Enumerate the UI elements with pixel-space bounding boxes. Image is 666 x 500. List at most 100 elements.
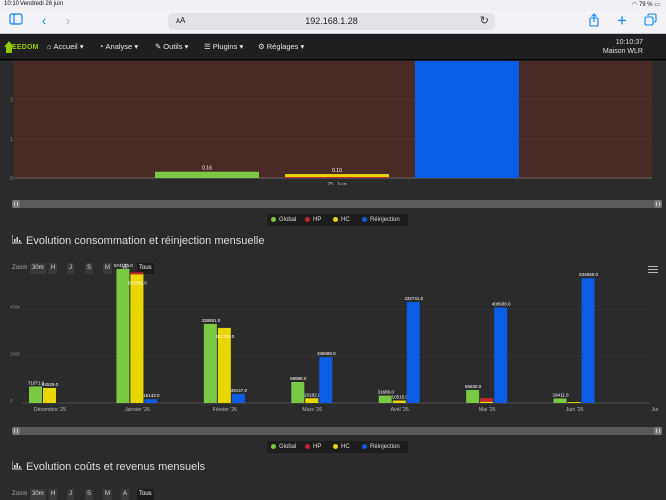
tabs-overview-icon[interactable] [642,13,658,29]
monthly-energy-chart: 0200k400kDécembre '2571071.064529.0Janvi… [10,263,658,413]
zoom-all-button[interactable]: Tous [137,489,154,500]
back-icon[interactable]: ‹ [36,13,52,29]
legend-item-hp[interactable]: HP [305,217,321,223]
data-label: 534658.0 [579,272,598,277]
menu-label: Accueil [53,42,78,51]
bar-hc [130,274,144,403]
caret-down-icon: ▾ [134,42,139,51]
menu-analyse[interactable]: ◔ Analyse ▾ [99,42,138,51]
x-tick-label: Avril '26 [391,407,409,413]
bar-global [466,390,480,403]
bar-reinjection [319,357,333,403]
legend-item-reinjection[interactable]: Réinjection [362,444,400,450]
legend-item-reinjection[interactable]: Réinjection [362,217,400,223]
status-date: Vendredi 26 juin [20,1,64,7]
legend-item-hc[interactable]: HC [333,444,350,450]
y-tick-label: 400k [10,305,21,310]
y-tick-label: 1 [10,137,13,143]
y-tick-label: 2 [10,98,13,104]
legend-dot [305,217,310,222]
sidebar-icon[interactable] [8,13,24,29]
menu-label: Réglages [266,42,299,51]
data-label: 39147.0 [231,388,248,393]
navigator-left-handle[interactable] [12,200,20,208]
location-name: Maison WLR [602,48,643,55]
legend-dot [362,444,367,449]
wifi-icon: ◠ [632,2,638,8]
chart-navigator[interactable] [12,200,662,208]
data-label: 10515.0 [392,395,409,400]
data-label: 55630.0 [465,384,482,389]
legend-item-hp[interactable]: HP [305,444,321,450]
data-label: 64529.0 [42,382,59,387]
data-label: 0.10 [332,168,342,174]
legend-label: HC [341,217,350,223]
bar-global [29,386,42,403]
legend-dot [271,444,276,449]
forward-icon[interactable]: › [60,13,76,29]
section-title-monthly: Evolution consommation et réinjection me… [11,235,264,247]
bar-global [378,395,392,403]
bar-global [155,171,259,178]
legend-dot [333,444,338,449]
x-tick-label: Juin '26 [566,407,584,413]
legend-label: Global [279,217,297,223]
share-icon[interactable] [586,13,602,29]
address-bar[interactable]: ᴀA 192.168.1.28 ↻ [168,13,495,30]
safari-toolbar: ‹ › ᴀA 192.168.1.28 ↻ + [0,10,666,34]
data-label: 0.16 [202,166,212,172]
menu-plugins[interactable]: ☰ Plugins ▾ [204,42,243,51]
header-clock: 10:10:37 Maison WLR [603,38,643,56]
navigator-right-handle[interactable] [654,200,662,208]
legend-dot [333,217,338,222]
bar-réinjection [415,61,519,178]
menu-reglages[interactable]: ⚙ Réglages ▾ [258,42,304,51]
jeedom-navbar: EEDOM ⌂ Accueil ▾ ◔ Analyse ▾ ✎ Outils ▾ ☰ P… [0,35,666,60]
bar-reinjection [494,307,508,403]
section-title-text: Evolution coûts et revenus mensuels [26,461,206,473]
area-chart-icon [11,235,22,247]
home-icon: ⌂ [47,42,52,51]
plot-background [14,61,652,178]
navigator-right-handle[interactable] [654,427,662,435]
zoom-a-button[interactable]: A [121,489,130,500]
legend-item-hc[interactable]: HC [333,217,350,223]
data-label: 19411.0 [553,392,569,397]
bar-hc [480,401,494,403]
bar-hc [567,402,581,403]
data-label: 551005.0 [128,280,147,285]
legend-label: Réinjection [370,217,400,223]
menu-accueil[interactable]: ⌂ Accueil ▾ [47,42,84,51]
jeedom-logo[interactable]: EEDOM [4,39,40,56]
data-label: 20182.0 [304,392,321,397]
legend-dot [362,217,367,222]
x-tick-label: Mai '26 [479,407,496,413]
zoom-h-button[interactable]: H [49,489,58,500]
bar-global [553,398,567,403]
battery-icon: ▭ [654,2,660,8]
zoom-j-button[interactable]: J [67,489,74,500]
bar-reinjection [406,302,420,403]
battery-percent: 79 % [638,2,653,8]
x-tick-label: 25. Juin [327,182,346,185]
new-tab-icon[interactable]: + [614,12,630,29]
ios-status-bar: 10:10 Vendredi 26 juin ◠ 79 % ▭ [0,0,666,10]
legend-label: HC [341,444,350,450]
chart-legend: Global HP HC Réinjection [267,441,408,453]
caret-down-icon: ▾ [184,42,189,51]
legend-item-global[interactable]: Global [271,444,296,450]
chart-navigator[interactable] [12,427,662,435]
zoom-m-button[interactable]: M [103,489,112,500]
menu-label: Analyse [105,42,133,51]
tachometer-icon: ◔ [99,42,104,51]
menu-outils[interactable]: ✎ Outils ▾ [155,42,188,51]
bar-hc [305,398,319,403]
zoom-30m-button[interactable]: 30m [30,489,46,500]
reload-icon[interactable]: ↻ [480,14,489,27]
legend-item-global[interactable]: Global [271,217,296,223]
list-icon: ☰ [204,42,211,51]
navigator-left-handle[interactable] [12,427,20,435]
zoom-s-button[interactable]: S [85,489,94,500]
x-tick-label: Juillet '26 [651,407,658,413]
data-label: 408938.0 [492,302,511,307]
